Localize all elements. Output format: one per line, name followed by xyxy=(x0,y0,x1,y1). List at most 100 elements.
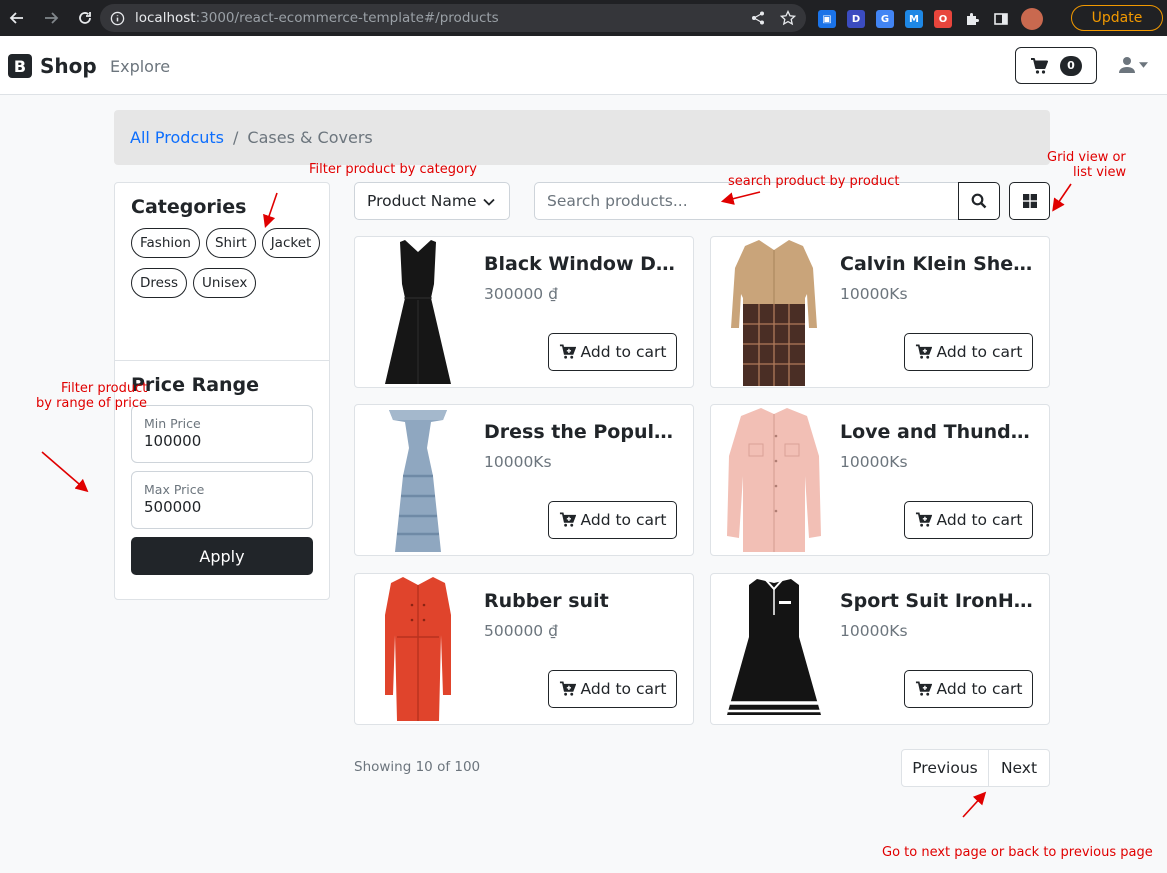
add-to-cart-label: Add to cart xyxy=(580,511,667,529)
grid-view-toggle[interactable] xyxy=(1009,182,1050,220)
cart-button[interactable]: 0 xyxy=(1015,47,1097,84)
update-button[interactable]: Update xyxy=(1071,5,1163,31)
results-count: Showing 10 of 100 xyxy=(354,759,481,775)
cart-icon xyxy=(1031,57,1048,74)
max-price-field[interactable]: Max Price 500000 xyxy=(131,471,313,529)
add-to-cart-label: Add to cart xyxy=(936,343,1023,361)
product-name[interactable]: Calvin Klein Sheath Trench xyxy=(840,253,1040,275)
product-card[interactable]: Sport Suit IronHeart 10000Ks Add to cart xyxy=(710,573,1050,725)
breadcrumb-separator: / xyxy=(233,128,239,147)
add-to-cart-button[interactable]: Add to cart xyxy=(548,670,677,708)
previous-page-button[interactable]: Previous xyxy=(901,749,989,787)
add-to-cart-label: Add to cart xyxy=(580,343,667,361)
product-price: 10000Ks xyxy=(840,453,908,471)
search-icon xyxy=(971,193,987,209)
shield-extension-icon[interactable]: ▣ xyxy=(818,10,836,28)
back-icon[interactable] xyxy=(4,5,30,31)
add-to-cart-button[interactable]: Add to cart xyxy=(548,501,677,539)
annotation-pagination: Go to next page or back to previous page xyxy=(882,845,1153,860)
breadcrumb-current: Cases & Covers xyxy=(247,128,373,147)
sidepanel-icon[interactable] xyxy=(992,10,1010,28)
product-image-sport-dress xyxy=(727,578,821,715)
max-price-label: Max Price xyxy=(144,482,205,497)
price-range-title: Price Range xyxy=(131,374,260,396)
product-card[interactable]: Black Window Dress 300000 ₫ Add to cart xyxy=(354,236,694,388)
category-chip-fashion[interactable]: Fashion xyxy=(131,228,200,258)
cart-plus-icon xyxy=(559,344,576,359)
forward-icon[interactable] xyxy=(38,5,64,31)
user-menu-toggle[interactable] xyxy=(1118,56,1148,74)
min-price-field[interactable]: Min Price 100000 xyxy=(131,405,313,463)
arrow-price xyxy=(41,451,89,493)
min-price-label: Min Price xyxy=(144,416,201,431)
site-navbar: B Shop Explore 0 xyxy=(0,36,1167,95)
add-to-cart-button[interactable]: Add to cart xyxy=(904,670,1033,708)
product-name[interactable]: Dress the Population Maxi xyxy=(484,421,684,443)
bookmark-star-icon[interactable] xyxy=(780,10,796,26)
add-to-cart-label: Add to cart xyxy=(580,680,667,698)
grid-icon xyxy=(1022,194,1037,208)
search-button[interactable] xyxy=(958,182,1000,220)
category-chip-dress[interactable]: Dress xyxy=(131,268,188,298)
cart-plus-icon xyxy=(915,512,932,527)
sort-select[interactable]: Product Name xyxy=(354,182,510,220)
min-price-value: 100000 xyxy=(144,432,202,450)
breadcrumb-all-products[interactable]: All Prodcuts xyxy=(130,128,224,147)
product-card[interactable]: Rubber suit 500000 ₫ Add to cart xyxy=(354,573,694,725)
add-to-cart-label: Add to cart xyxy=(936,511,1023,529)
puzzle-extensions-icon[interactable] xyxy=(963,10,981,28)
category-chip-jacket[interactable]: Jacket xyxy=(261,228,321,258)
product-image-red-coat xyxy=(385,577,451,721)
category-chip-shirt[interactable]: Shirt xyxy=(205,228,256,258)
product-price: 300000 ₫ xyxy=(484,285,558,303)
pagination: Previous Next xyxy=(901,749,1050,787)
product-price: 500000 ₫ xyxy=(484,622,558,640)
annotation-price-line2: by range of price xyxy=(36,396,148,411)
next-page-button[interactable]: Next xyxy=(989,749,1050,787)
brand-link[interactable]: B Shop xyxy=(8,54,97,78)
category-chip-unisex[interactable]: Unisex xyxy=(193,268,257,298)
categories-title: Categories xyxy=(131,196,247,218)
annotation-search: search product by product xyxy=(728,174,900,189)
site-info-icon[interactable] xyxy=(110,11,125,26)
apply-filter-button[interactable]: Apply xyxy=(131,537,313,575)
annotation-view-line2: list view xyxy=(1073,165,1127,180)
profile-avatar-icon[interactable] xyxy=(1021,8,1043,30)
product-card[interactable]: Love and Thunder Shirt 10000Ks Add to ca… xyxy=(710,404,1050,556)
product-card[interactable]: Dress the Population Maxi 10000Ks Add to… xyxy=(354,404,694,556)
product-image-blue-dress xyxy=(389,410,447,552)
add-to-cart-button[interactable]: Add to cart xyxy=(904,501,1033,539)
user-icon xyxy=(1119,57,1135,73)
product-price: 10000Ks xyxy=(484,453,552,471)
product-name[interactable]: Black Window Dress xyxy=(484,253,684,275)
arrow-view xyxy=(1052,183,1072,212)
d-extension-icon[interactable]: D xyxy=(847,10,865,28)
url-text: localhost:3000/react-ecommerce-template#… xyxy=(135,10,499,26)
reload-icon[interactable] xyxy=(72,5,98,31)
brand-name: Shop xyxy=(40,54,97,78)
category-chips: Fashion Shirt Jacket Dress Unisex xyxy=(131,228,321,298)
sidebar-divider xyxy=(115,360,329,361)
product-price: 10000Ks xyxy=(840,622,908,640)
max-price-value: 500000 xyxy=(144,498,202,516)
o-extension-icon[interactable]: O xyxy=(934,10,952,28)
arrow-pagination xyxy=(962,791,987,818)
m-extension-icon[interactable]: M xyxy=(905,10,923,28)
cart-count-badge: 0 xyxy=(1060,55,1082,76)
translate-extension-icon[interactable]: G xyxy=(876,10,894,28)
add-to-cart-button[interactable]: Add to cart xyxy=(548,333,677,371)
breadcrumb: All Prodcuts / Cases & Covers xyxy=(114,110,1050,165)
address-bar[interactable]: localhost:3000/react-ecommerce-template#… xyxy=(100,4,806,32)
sort-select-value: Product Name xyxy=(367,192,477,210)
nav-link-explore[interactable]: Explore xyxy=(110,57,170,76)
product-name[interactable]: Sport Suit IronHeart xyxy=(840,590,1040,612)
product-name[interactable]: Rubber suit xyxy=(484,590,684,612)
cart-plus-icon xyxy=(559,681,576,696)
cart-plus-icon xyxy=(559,512,576,527)
share-icon[interactable] xyxy=(750,10,766,26)
search-placeholder: Search products... xyxy=(547,192,688,210)
add-to-cart-button[interactable]: Add to cart xyxy=(904,333,1033,371)
product-name[interactable]: Love and Thunder Shirt xyxy=(840,421,1040,443)
product-image-trench-coat xyxy=(731,240,817,386)
product-card[interactable]: Calvin Klein Sheath Trench 10000Ks Add t… xyxy=(710,236,1050,388)
